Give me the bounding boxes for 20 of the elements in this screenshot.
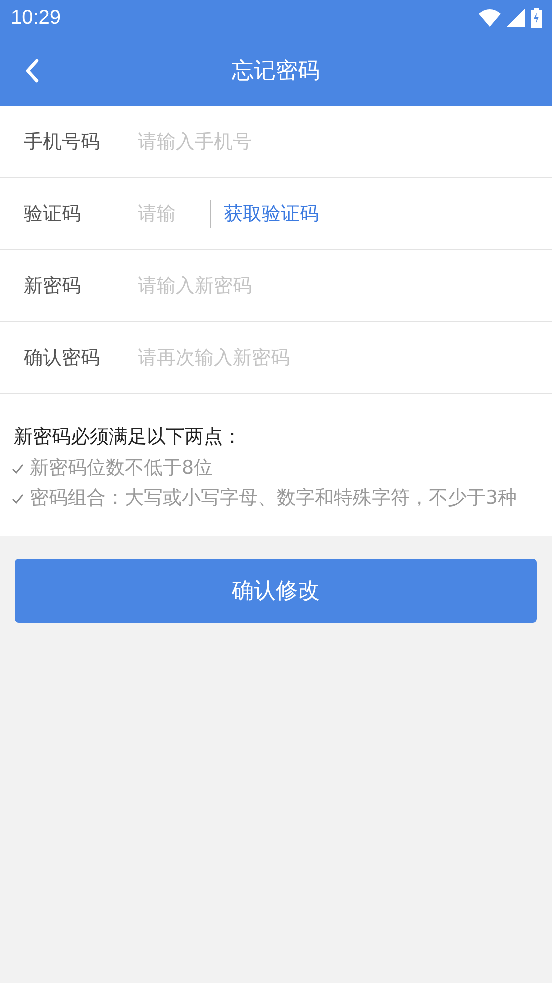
battery-icon [531, 8, 542, 28]
signal-icon [507, 9, 525, 27]
get-code-link[interactable]: 获取验证码 [224, 200, 319, 226]
rule-text: 新密码位数不低于8位 [12, 456, 538, 480]
input-field[interactable]: 请再次输入新密码 [138, 346, 552, 368]
status-time: 10:29 [11, 6, 62, 30]
wifi-icon [479, 9, 501, 27]
input-field[interactable]: 请输 [138, 202, 198, 224]
rules-title: 新密码必须满足以下两点： [14, 425, 243, 450]
field-label: 确认密码 [24, 346, 101, 370]
rule-text: 密码组合：大写或小写字母、数字和特殊字符，不少于3种 [12, 486, 538, 510]
field-label: 新密码 [24, 274, 82, 298]
submit-button[interactable]: 确认修改 [15, 559, 537, 623]
field-label: 验证码 [24, 202, 82, 226]
check-icon [12, 493, 24, 505]
field-label: 手机号码 [24, 130, 101, 154]
input-field[interactable]: 请输入手机号 [138, 130, 552, 152]
page-title: 忘记密码 [232, 58, 320, 86]
input-field[interactable]: 请输入新密码 [138, 274, 552, 296]
check-icon [12, 463, 24, 475]
